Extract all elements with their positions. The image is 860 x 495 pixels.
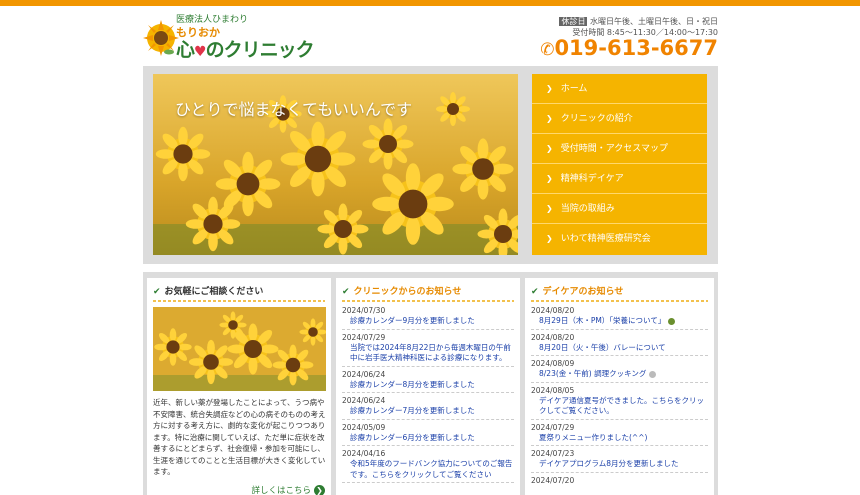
news-date: 2024/08/20: [531, 306, 575, 315]
clinic-news-title-text: クリニックからのお知らせ: [353, 287, 462, 297]
news-link-text: 8/23(金・午前) 調理クッキング: [539, 369, 647, 378]
nav-item-about[interactable]: ❯ クリニックの紹介: [532, 104, 707, 134]
consult-panel: ✔ お気軽にご相談ください 近年、新しい薬が登場したことによって、うつ病や不安障害…: [147, 278, 331, 495]
daycare-news-title-text: デイケアのお知らせ: [542, 287, 624, 297]
arrow-right-icon: ❯: [314, 485, 325, 495]
news-link-text: 8月29日（木・PM）「栄養について」: [539, 316, 666, 325]
news-link[interactable]: デイケア通信夏号ができました。こちらをクリックしてご覧ください。: [531, 396, 708, 420]
phone-number[interactable]: ✆019-613-6677: [540, 36, 718, 60]
news-date: 2024/08/05: [531, 385, 575, 395]
nav-label: ホーム: [560, 84, 588, 94]
check-icon: ✔: [531, 287, 539, 297]
news-link[interactable]: 令和5年度のフードバンク協力についてのご報告です。こちらをクリックしてご覧くださ…: [342, 459, 514, 483]
news-date: 2024/07/29: [531, 422, 575, 432]
site-header: 医療法人ひまわり もりおか 心♥のクリニック 休診日 水曜日午後、土曜日午後、日…: [143, 6, 718, 64]
clinic-news-panel: ✔ クリニックからのお知らせ 2024/07/30 診療カレンダー9月分を更新しま…: [336, 278, 520, 495]
hero-tagline: ひとりで悩まなくてもいいんです: [175, 100, 413, 119]
chevron-right-icon: ❯: [546, 144, 553, 153]
logo-heart-char: 心: [176, 39, 195, 61]
news-link[interactable]: 8月20日（火・午後）バレーについて: [531, 343, 708, 356]
sunflower-image: [153, 307, 326, 391]
news-date: 2024/06/24: [342, 396, 386, 405]
phone-number-text: 019-613-6677: [554, 36, 718, 60]
chevron-right-icon: ❯: [546, 84, 553, 93]
news-date: 2024/04/16: [342, 449, 386, 458]
hero-section: ひとりで悩まなくてもいいんです ❯ ホーム ❯ クリニックの紹介 ❯ 受付時間・アクセ…: [143, 66, 718, 264]
content-panels: ✔ お気軽にご相談ください 近年、新しい薬が登場したことによって、うつ病や不安障害…: [143, 272, 718, 495]
clinic-logo[interactable]: 医療法人ひまわり もりおか 心♥のクリニック: [143, 10, 323, 62]
check-icon: ✔: [153, 287, 161, 297]
news-date: 2024/07/20: [531, 475, 575, 485]
nav-label: 当院の取組み: [560, 204, 615, 214]
daycare-news-panel: ✔ デイケアのお知らせ 2024/08/20 8月29日（木・PM）「栄養について…: [525, 278, 714, 495]
consult-title: ✔ お気軽にご相談ください: [147, 278, 331, 300]
nav-label: クリニックの紹介: [560, 114, 633, 124]
nav-label: 精神科デイケア: [560, 174, 624, 184]
news-link[interactable]: 当院では2024年8月22日から毎週木曜日の午前中に岩手医大精神科医による診療に…: [342, 343, 514, 367]
nav-label: 受付時間・アクセスマップ: [560, 144, 668, 154]
image-attached-icon: [649, 370, 657, 378]
news-date: 2024/08/20: [531, 332, 575, 342]
news-date: 2024/06/24: [342, 369, 386, 379]
heart-icon: ♥: [194, 44, 207, 60]
divider: [342, 300, 514, 302]
chevron-right-icon: ❯: [546, 114, 553, 123]
divider: [153, 300, 325, 302]
news-link[interactable]: 8月29日（木・PM）「栄養について」: [531, 316, 708, 330]
news-date: 2024/07/30: [342, 306, 386, 315]
news-date: 2024/05/09: [342, 422, 386, 432]
nav-item-access[interactable]: ❯ 受付時間・アクセスマップ: [532, 134, 707, 164]
nav-item-initiatives[interactable]: ❯ 当院の取組み: [532, 194, 707, 224]
nav-item-research[interactable]: ❯ いわて精神医療研究会: [532, 224, 707, 254]
news-date: 2024/08/09: [531, 359, 575, 368]
news-link[interactable]: 診療カレンダー7月分を更新しました: [342, 406, 514, 420]
chevron-right-icon: ❯: [546, 234, 553, 243]
chevron-right-icon: ❯: [546, 204, 553, 213]
business-hours: 休診日 水曜日午後、土曜日午後、日・祝日 受付時間 8:45～11:30／14:…: [559, 16, 718, 38]
news-date: 2024/07/29: [342, 332, 386, 342]
logo-name-rest: のクリニック: [205, 39, 315, 61]
closed-day-badge: 休診日: [559, 17, 588, 26]
more-link-text: 詳しくはこちら: [251, 486, 311, 495]
news-link[interactable]: 診療カレンダー8月分を更新しました: [342, 380, 514, 393]
more-details-link[interactable]: 詳しくはこちら ❯: [251, 484, 325, 495]
check-icon: ✔: [342, 287, 350, 297]
main-nav: ❯ ホーム ❯ クリニックの紹介 ❯ 受付時間・アクセスマップ ❯ 精神科デイケア ❯ 当…: [532, 74, 707, 255]
divider: [531, 300, 708, 302]
logo-clinic-name: 心♥のクリニック: [176, 35, 315, 62]
chevron-right-icon: ❯: [546, 174, 553, 183]
nav-label: いわて精神医療研究会: [560, 234, 651, 244]
closed-day-text: 水曜日午後、土曜日午後、日・祝日: [590, 17, 718, 26]
news-link[interactable]: 8/23(金・午前) 調理クッキング: [531, 369, 708, 383]
daycare-news-list: 2024/08/20 8月29日（木・PM）「栄養について」 2024/08/2…: [531, 305, 708, 486]
news-date: 2024/07/23: [531, 449, 575, 458]
clinic-news-list: 2024/07/30 診療カレンダー9月分を更新しました 2024/07/29 …: [342, 305, 514, 486]
nav-item-daycare[interactable]: ❯ 精神科デイケア: [532, 164, 707, 194]
news-link[interactable]: 診療カレンダー9月分を更新しました: [342, 316, 514, 330]
news-link[interactable]: 診療カレンダー6月分を更新しました: [342, 433, 514, 446]
clinic-news-title: ✔ クリニックからのお知らせ: [336, 278, 520, 300]
image-attached-icon: [668, 317, 676, 325]
consult-image: [153, 307, 326, 391]
daycare-news-title: ✔ デイケアのお知らせ: [525, 278, 714, 300]
news-link[interactable]: 夏祭りメニュー作りました(^^): [531, 433, 708, 446]
sunflower-logo-icon: [143, 20, 179, 56]
news-link[interactable]: デイケアプログラム8月分を更新しました: [531, 459, 708, 473]
consult-body: 近年、新しい薬が登場したことによって、うつ病や不安障害、統合失調症などの心の病そ…: [153, 398, 326, 476]
hero-image: ひとりで悩まなくてもいいんです: [153, 74, 518, 255]
phone-icon: ✆: [540, 40, 555, 60]
consult-title-text: お気軽にご相談ください: [164, 287, 264, 297]
nav-item-home[interactable]: ❯ ホーム: [532, 74, 707, 104]
